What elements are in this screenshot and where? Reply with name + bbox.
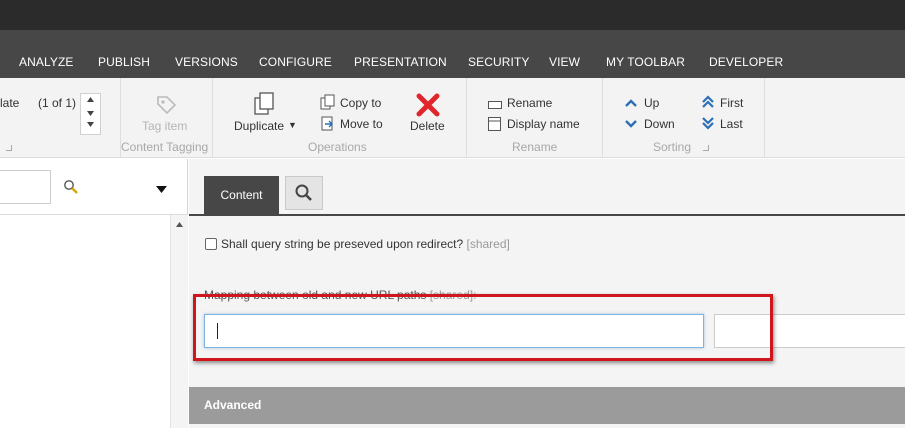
- text-caret: [217, 323, 218, 339]
- tree-divider: [0, 214, 188, 215]
- rename-icon: [488, 98, 502, 112]
- tab-publish[interactable]: PUBLISH: [98, 55, 150, 69]
- sorting-group-label: Sorting: [653, 140, 692, 154]
- rename-group-label: Rename: [512, 140, 558, 154]
- template-count: (1 of 1): [38, 96, 77, 110]
- dropdown-caret-icon[interactable]: [156, 182, 167, 196]
- tree-scrollbar[interactable]: [170, 215, 188, 428]
- tab-security[interactable]: SECURITY: [468, 55, 529, 69]
- delete-icon: [416, 93, 440, 120]
- rename-button[interactable]: Rename: [507, 96, 552, 110]
- template-selector-text[interactable]: late: [0, 96, 19, 110]
- ribbon-separator: [764, 78, 765, 158]
- tab-view[interactable]: VIEW: [549, 55, 580, 69]
- ribbon-separator: [212, 78, 213, 158]
- tab-developer[interactable]: DEVELOPER: [709, 55, 783, 69]
- tab-analyze[interactable]: ANALYZE: [19, 55, 74, 69]
- sort-first-button[interactable]: First: [720, 96, 743, 110]
- tab-my-toolbar[interactable]: MY TOOLBAR: [606, 55, 685, 69]
- preserve-query-string-checkbox[interactable]: [205, 238, 217, 250]
- sort-last-button[interactable]: Last: [720, 117, 743, 131]
- content-tagging-group-label: Content Tagging: [121, 140, 209, 154]
- display-name-icon: [488, 117, 501, 134]
- move-to-button[interactable]: Move to: [340, 117, 383, 131]
- delete-button[interactable]: Delete: [410, 119, 445, 133]
- duplicate-label[interactable]: Duplicate: [234, 119, 284, 133]
- tab-presentation[interactable]: PRESENTATION: [354, 55, 447, 69]
- new-url-path-input[interactable]: [714, 314, 905, 348]
- tab-underline: [189, 214, 905, 216]
- group-expand-icon[interactable]: [703, 145, 709, 151]
- duplicate-button[interactable]: [252, 91, 278, 120]
- tab-configure[interactable]: CONFIGURE: [259, 55, 332, 69]
- group-expand-icon[interactable]: [6, 145, 12, 151]
- old-url-path-input[interactable]: [204, 314, 704, 348]
- double-chevron-down-icon: [701, 116, 715, 133]
- ribbon-toolbar: late (1 of 1) Tag item Content Tagging D…: [0, 78, 905, 158]
- sort-down-button[interactable]: Down: [644, 117, 675, 131]
- shared-tag: [shared]: [466, 237, 510, 251]
- move-to-icon: [320, 116, 336, 135]
- chevron-up-icon: [624, 97, 638, 111]
- top-bar: [0, 0, 905, 30]
- sort-up-button[interactable]: Up: [644, 96, 659, 110]
- advanced-section-header[interactable]: Advanced: [189, 387, 905, 424]
- search-icon[interactable]: [63, 179, 79, 198]
- ribbon-separator: [602, 78, 603, 158]
- tab-search[interactable]: [285, 176, 323, 210]
- duplicate-icon: [254, 92, 274, 115]
- tag-icon: [157, 96, 177, 115]
- tag-item-button[interactable]: [154, 92, 178, 119]
- ribbon-tab-bar: ANALYZE PUBLISH VERSIONS CONFIGURE PRESE…: [0, 30, 905, 78]
- tag-item-label: Tag item: [142, 119, 188, 133]
- double-chevron-up-icon: [701, 95, 715, 112]
- spinner-arrows-icon: [87, 97, 94, 127]
- scroll-up-icon[interactable]: [171, 219, 188, 233]
- tab-versions[interactable]: VERSIONS: [175, 55, 238, 69]
- chevron-down-icon[interactable]: ▼: [288, 120, 297, 130]
- preserve-query-string-label: Shall query string be preseved upon redi…: [221, 237, 510, 251]
- copy-to-button[interactable]: Copy to: [340, 96, 381, 110]
- ribbon-separator: [466, 78, 467, 158]
- mapping-field-label: Mapping between old and new URL paths [s…: [204, 288, 476, 302]
- tree-search-input[interactable]: [0, 170, 51, 204]
- chevron-down-icon: [624, 118, 638, 132]
- checkbox-label-text: Shall query string be preseved upon redi…: [221, 237, 464, 251]
- copy-to-icon: [320, 94, 336, 113]
- template-spinner[interactable]: [80, 93, 101, 135]
- search-icon: [295, 184, 312, 201]
- shared-tag: [shared]:: [429, 288, 477, 302]
- display-name-button[interactable]: Display name: [507, 117, 580, 131]
- mapping-label-text: Mapping between old and new URL paths: [204, 288, 427, 302]
- tab-content[interactable]: Content: [204, 176, 279, 216]
- operations-group-label: Operations: [308, 140, 367, 154]
